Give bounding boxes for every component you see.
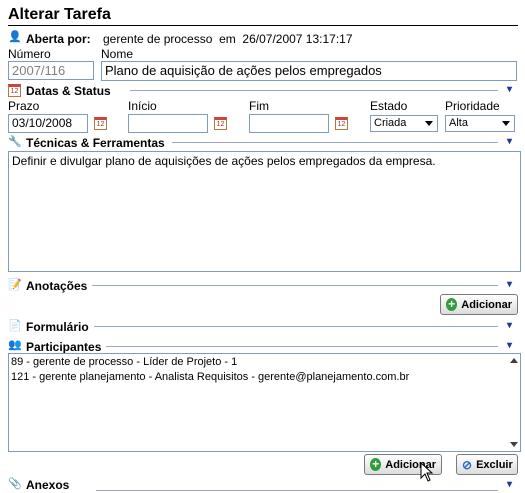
- participantes-section-title[interactable]: Participantes: [26, 340, 101, 354]
- scroll-up-arrow-icon[interactable]: [510, 358, 518, 363]
- nome-field[interactable]: Plano de aquisição de ações pelos empreg…: [101, 61, 517, 81]
- participantes-remove-label: Excluir: [476, 458, 513, 471]
- plus-icon: +: [370, 458, 382, 471]
- nome-label: Nome: [101, 47, 134, 61]
- anexos-section-title[interactable]: Anexos: [26, 478, 69, 492]
- prioridade-label: Prioridade: [445, 99, 500, 113]
- opened-by-label: Aberta por:: [26, 32, 91, 46]
- numero-label: Número: [8, 47, 51, 61]
- form-icon: 📄: [8, 320, 22, 332]
- anexos-section-divider: [96, 490, 498, 491]
- fim-label: Fim: [249, 99, 269, 113]
- formulario-section-title[interactable]: Formulário: [26, 320, 89, 334]
- scroll-down-arrow-icon[interactable]: [510, 442, 518, 447]
- participant-item[interactable]: 89 - gerente de processo - Líder de Proj…: [11, 356, 237, 368]
- anexos-chevron-down-icon[interactable]: ▾: [507, 480, 512, 490]
- tools-icon: 🔧: [8, 136, 22, 148]
- tecnicas-chevron-down-icon[interactable]: ▾: [507, 137, 512, 147]
- title-divider: [8, 25, 518, 26]
- anotacoes-chevron-down-icon[interactable]: ▾: [507, 280, 512, 290]
- participantes-scrollbar[interactable]: [508, 355, 519, 450]
- prazo-field[interactable]: 03/10/2008: [8, 114, 88, 133]
- prioridade-select-value: Alta: [449, 117, 468, 129]
- paperclip-icon: 📎: [8, 478, 22, 490]
- tecnicas-section-title[interactable]: Técnicas & Ferramentas: [26, 136, 165, 150]
- prioridade-dropdown-arrow-icon: [502, 121, 510, 126]
- anotacoes-section-title[interactable]: Anotações: [26, 279, 87, 293]
- inicio-label: Início: [128, 99, 157, 113]
- estado-dropdown-arrow-icon: [425, 121, 433, 126]
- estado-label: Estado: [370, 99, 408, 113]
- fim-field[interactable]: [249, 114, 329, 133]
- prazo-label: Prazo: [8, 99, 40, 113]
- formulario-chevron-down-icon[interactable]: ▾: [507, 321, 512, 331]
- estado-select-value: Criada: [374, 117, 407, 129]
- participants-icon: 👥: [8, 339, 22, 351]
- anotacoes-section-divider: [92, 285, 498, 286]
- estado-select[interactable]: Criada: [370, 115, 438, 132]
- participantes-chevron-down-icon[interactable]: ▾: [507, 341, 512, 351]
- participantes-listbox[interactable]: 89 - gerente de processo - Líder de Proj…: [8, 353, 521, 452]
- notes-icon: 📝: [8, 279, 22, 291]
- plus-icon: +: [446, 298, 458, 311]
- inicio-field[interactable]: [128, 114, 208, 133]
- anotacoes-add-label: Adicionar: [461, 298, 512, 311]
- tecnicas-section-divider: [172, 142, 498, 143]
- page-title: Alterar Tarefa: [8, 6, 111, 23]
- fim-calendar-icon[interactable]: 12: [335, 117, 348, 130]
- mouse-cursor-icon: [420, 461, 434, 482]
- anotacoes-add-button[interactable]: + Adicionar: [440, 294, 518, 315]
- participant-item[interactable]: 121 - gerente planejamento - Analista Re…: [11, 371, 409, 383]
- tecnicas-textarea[interactable]: Definir e divulgar plano de aquisições d…: [8, 151, 521, 272]
- dates-section-title[interactable]: Datas & Status: [26, 84, 111, 98]
- formulario-section-divider: [94, 326, 498, 327]
- numero-field[interactable]: 2007/116: [8, 61, 94, 80]
- prioridade-select[interactable]: Alta: [445, 115, 515, 132]
- participantes-section-divider: [106, 346, 498, 347]
- user-icon: 👤: [8, 31, 22, 43]
- dates-section-divider: [130, 90, 498, 91]
- participantes-remove-button[interactable]: ⊘ Excluir: [456, 454, 518, 475]
- delete-icon: ⊘: [462, 457, 473, 472]
- dates-chevron-down-icon[interactable]: ▾: [507, 85, 512, 95]
- opened-by-value: gerente de processo em 26/07/2007 13:17:…: [103, 32, 353, 46]
- calendar-section-icon: 12: [8, 84, 21, 97]
- prazo-calendar-icon[interactable]: 12: [94, 117, 107, 130]
- inicio-calendar-icon[interactable]: 12: [214, 117, 227, 130]
